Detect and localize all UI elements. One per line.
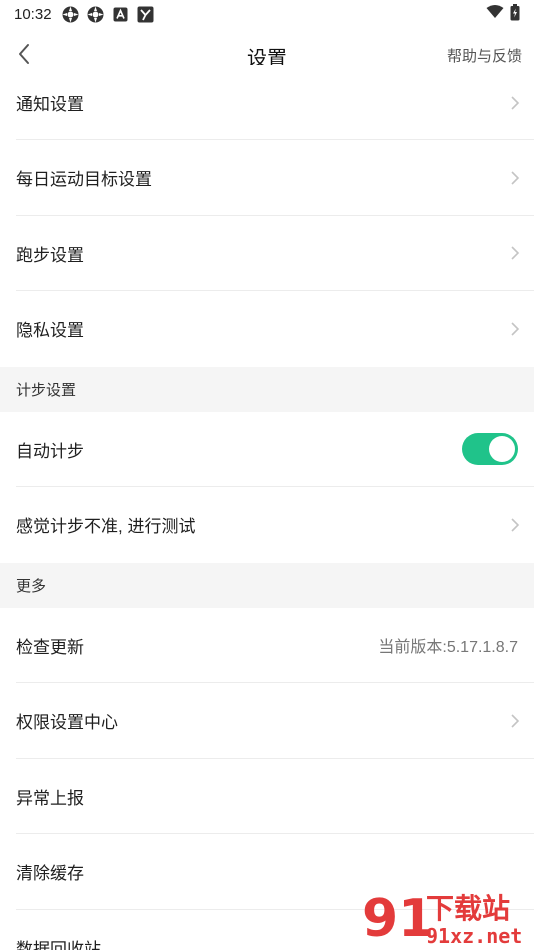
watermark-number: 91 — [362, 889, 434, 948]
notification-icons — [62, 6, 154, 23]
chevron-right-icon — [511, 714, 520, 728]
row-label: 数据回收站 — [16, 939, 101, 950]
chevron-right-icon — [511, 95, 520, 110]
toggle-knob — [489, 436, 515, 463]
exception-report-row[interactable]: 异常上报 — [0, 758, 534, 834]
row-label: 通知设置 — [16, 95, 84, 114]
chevron-left-icon — [19, 44, 29, 64]
permission-center-row[interactable]: 权限设置中心 — [0, 683, 534, 759]
chevron-right-icon — [511, 171, 520, 185]
section-header-more: 更多 — [0, 562, 534, 608]
chevron-right-icon — [511, 246, 520, 260]
auto-step-toggle[interactable] — [462, 433, 518, 466]
row-label: 异常上报 — [16, 788, 84, 808]
row-label: 跑步设置 — [16, 245, 84, 265]
watermark-url: 91xz.net — [426, 924, 522, 948]
watermark-logo: 91 下载站 91xz.net — [360, 888, 530, 949]
battery-icon — [510, 3, 520, 25]
check-update-row[interactable]: 检查更新 当前版本:5.17.1.8.7 — [0, 607, 534, 683]
version-text: 当前版本:5.17.1.8.7 — [378, 639, 518, 657]
row-label: 权限设置中心 — [16, 713, 118, 733]
row-label: 自动计步 — [16, 441, 84, 461]
privacy-settings-row[interactable]: 隐私设置 — [0, 291, 534, 367]
running-settings-row[interactable]: 跑步设置 — [0, 215, 534, 291]
a-icon — [112, 6, 129, 23]
section-header-step: 计步设置 — [0, 366, 534, 412]
app-icon — [87, 6, 104, 23]
status-bar: 10:32 — [0, 0, 534, 28]
back-button[interactable] — [12, 41, 36, 67]
daily-goal-settings-row[interactable]: 每日运动目标设置 — [0, 140, 534, 216]
chevron-right-icon — [511, 518, 520, 532]
row-label: 清除缓存 — [16, 864, 84, 884]
auto-step-row: 自动计步 — [0, 411, 534, 487]
y-icon — [137, 6, 154, 23]
notification-settings-row[interactable]: 通知设置 — [0, 65, 534, 140]
help-feedback-link[interactable]: 帮助与反馈 — [447, 45, 522, 66]
settings-list: 通知设置 每日运动目标设置 跑步设置 隐私设置 计步设置 自动计步 感觉计步不准… — [0, 65, 534, 950]
row-label: 检查更新 — [16, 637, 84, 657]
step-test-row[interactable]: 感觉计步不准, 进行测试 — [0, 487, 534, 563]
app-icon — [62, 6, 79, 23]
row-label: 每日运动目标设置 — [16, 170, 152, 190]
chevron-right-icon — [511, 322, 520, 336]
status-time: 10:32 — [14, 5, 52, 23]
status-right — [486, 3, 520, 25]
row-label: 感觉计步不准, 进行测试 — [16, 517, 196, 537]
row-label: 隐私设置 — [16, 321, 84, 341]
wifi-icon — [486, 5, 504, 23]
watermark-title: 下载站 — [426, 892, 510, 925]
